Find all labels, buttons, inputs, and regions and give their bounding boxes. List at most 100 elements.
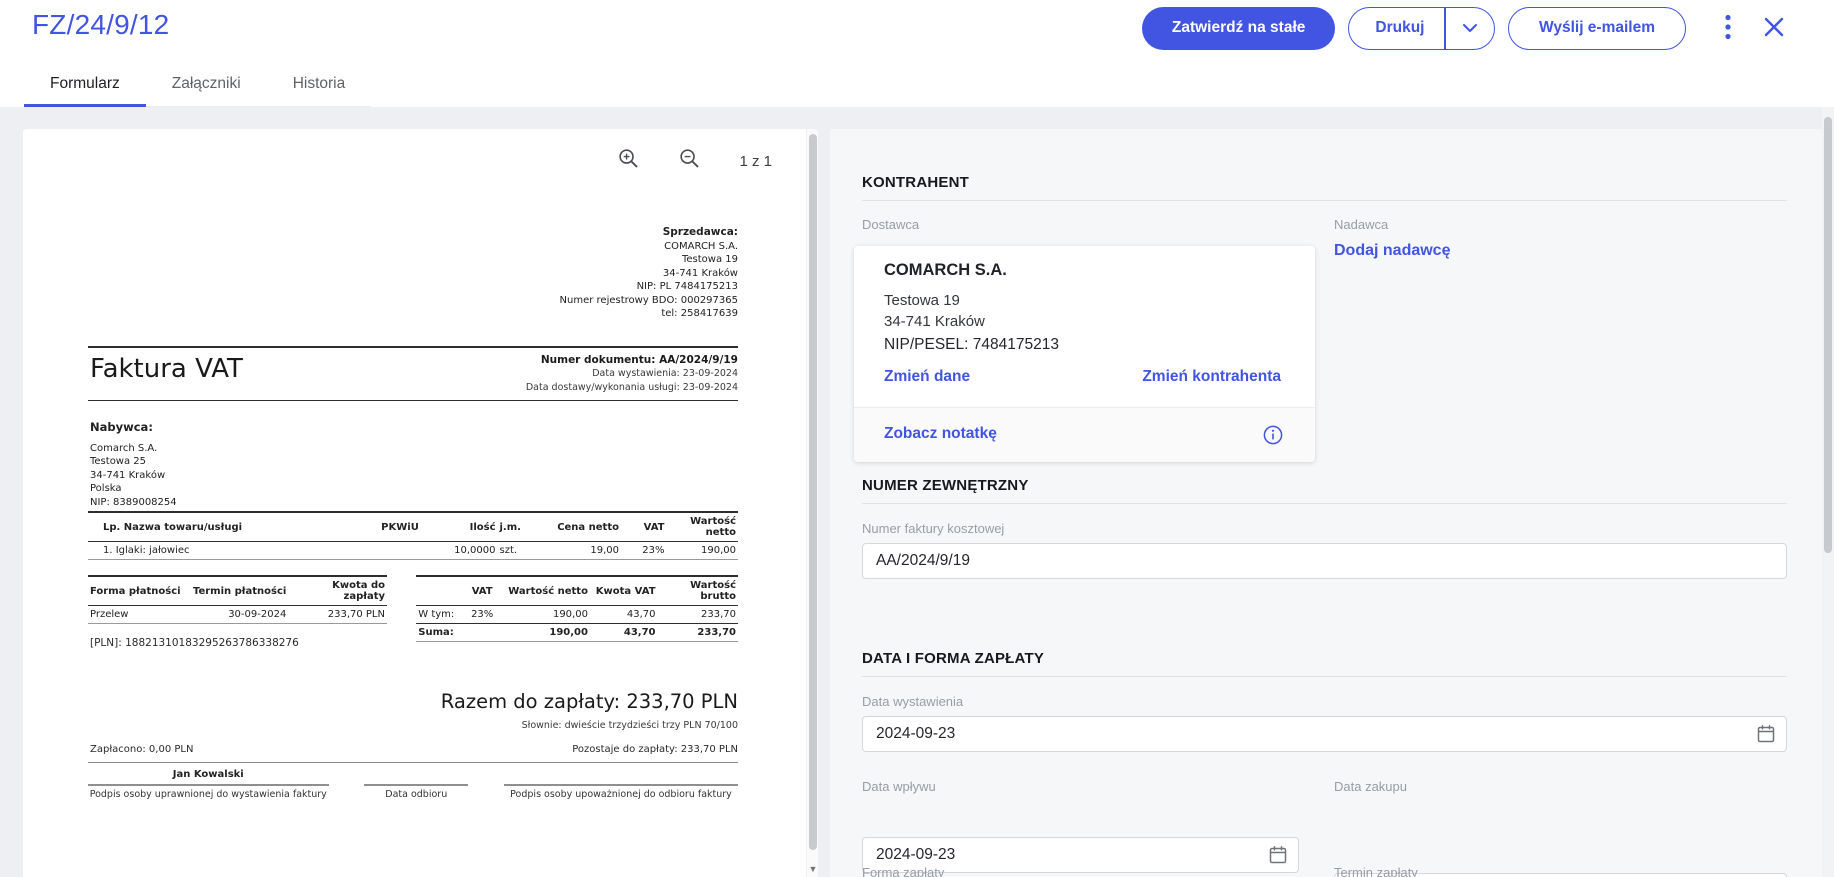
seller-label: Sprzedawca: xyxy=(662,226,738,238)
window-scrollbar-thumb[interactable] xyxy=(1824,117,1832,553)
col-header: Kwota do zapłaty xyxy=(288,575,387,606)
signature-date: Data odbioru xyxy=(364,769,469,800)
section-header-numer-zewnetrzny: NUMER ZEWNĘTRZNY xyxy=(862,477,1029,494)
cell: 19,00 xyxy=(590,545,619,556)
invoice-pln-code: [PLN]: 18821310183295263786338276 xyxy=(90,637,299,649)
invoice-document: Sprzedawca: COMARCH S.A. Testowa 19 34-7… xyxy=(88,193,738,877)
section-divider xyxy=(862,676,1787,677)
supplier-label: Dostawca xyxy=(862,217,920,232)
scroll-down-arrow[interactable]: ▼ xyxy=(807,864,818,874)
col-header: Wartość brutto xyxy=(657,575,738,606)
cell: 233,70 xyxy=(657,623,738,642)
print-dropdown-button[interactable] xyxy=(1446,8,1494,49)
cell: W tym: xyxy=(418,609,455,620)
invoice-total-words: Słownie: dwieście trzydzieści trzy PLN 7… xyxy=(521,720,738,731)
pdf-scrollbar[interactable]: ▼ xyxy=(806,129,818,877)
external-number-input[interactable] xyxy=(862,543,1787,579)
payment-form-label: Forma zapłaty xyxy=(862,865,945,877)
page-indicator: 1 z 1 xyxy=(739,152,772,170)
section-header-kontrahent: KONTRAHENT xyxy=(862,174,969,191)
calendar-icon[interactable] xyxy=(1756,724,1776,749)
close-button[interactable] xyxy=(1756,10,1792,46)
pdf-scrollbar-thumb[interactable] xyxy=(809,134,817,850)
header-actions: Zatwierdź na stałe Drukuj Wyślij e-maile… xyxy=(1141,6,1792,50)
col-header: Termin płatności xyxy=(189,575,289,606)
purchase-date-label: Data zakupu xyxy=(1334,779,1407,794)
cell: szt. xyxy=(499,545,518,556)
tab-formularz[interactable]: Formularz xyxy=(24,61,146,107)
col-header: Ilość xyxy=(439,511,498,542)
inflow-date-label: Data wpływu xyxy=(862,779,936,794)
print-button[interactable]: Drukuj xyxy=(1349,8,1444,49)
cell: 190,00 xyxy=(503,623,590,642)
section-divider xyxy=(862,503,1787,504)
cell: 23% xyxy=(471,609,494,620)
info-icon[interactable] xyxy=(1263,425,1283,450)
seller-line: NIP: PL 7484175213 xyxy=(636,281,738,292)
col-header: Lp. Nazwa towaru/usługi xyxy=(88,511,361,542)
app-window: FZ/24/9/12 Zatwierdź na stałe Drukuj Wyś… xyxy=(0,0,1834,877)
close-icon xyxy=(1763,16,1785,41)
col-header: PKWiU xyxy=(361,511,439,542)
col-header: Wartość netto xyxy=(503,575,590,606)
cell: Suma: xyxy=(416,623,462,642)
chevron-down-icon xyxy=(1462,21,1478,36)
invoice-buyer-block: Nabywca: Comarch S.A. Testowa 25 34-741 … xyxy=(90,420,177,509)
cell: 1. Iglaki: jałowiec xyxy=(103,545,190,556)
buyer-line: Comarch S.A. xyxy=(90,442,158,454)
buyer-line: Testowa 25 xyxy=(90,456,147,467)
col-header: j.m. xyxy=(497,511,543,542)
see-note-link[interactable]: Zobacz notatkę xyxy=(884,425,997,443)
signature-issue: Jan Kowalski Podpis osoby uprawnionej do… xyxy=(88,769,329,800)
tab-historia[interactable]: Historia xyxy=(267,61,372,106)
supplier-card: COMARCH S.A. Testowa 19 34-741 Kraków NI… xyxy=(854,246,1315,462)
cell: 190,00 xyxy=(552,609,588,620)
add-sender-link[interactable]: Dodaj nadawcę xyxy=(1334,242,1450,260)
pdf-preview-pane: 1 z 1 Sprzedawca: COMARCH S.A. Testowa 1… xyxy=(23,129,818,877)
issue-date-input[interactable] xyxy=(862,716,1787,752)
change-data-link[interactable]: Zmień dane xyxy=(884,368,970,386)
sender-label: Nadawca xyxy=(1334,217,1389,232)
vat-summary-table: VAT Wartość netto Kwota VAT Wartość brut… xyxy=(416,575,738,642)
address-line: 34-741 Kraków xyxy=(884,313,985,330)
buyer-label: Nabywca: xyxy=(90,420,153,434)
calendar-icon[interactable] xyxy=(1268,845,1288,870)
invoice-paid-row: Zapłacono: 0,00 PLN Pozostaje do zapłaty… xyxy=(90,744,738,755)
buyer-line: Polska xyxy=(90,483,122,494)
window-scrollbar[interactable] xyxy=(1822,107,1834,877)
print-split-button: Drukuj xyxy=(1348,6,1495,50)
cell xyxy=(461,623,504,642)
cell: 43,70 xyxy=(589,623,658,642)
tab-label: Formularz xyxy=(50,74,120,92)
invoice-signatures: Jan Kowalski Podpis osoby uprawnionej do… xyxy=(88,769,738,800)
approve-button[interactable]: Zatwierdź na stałe xyxy=(1141,6,1336,50)
supplier-name: COMARCH S.A. xyxy=(884,261,1007,279)
cell: 23% xyxy=(642,545,665,556)
issue-date-label: Data wystawienia xyxy=(862,694,964,709)
divider xyxy=(88,762,738,763)
zoom-in-icon[interactable] xyxy=(617,147,640,175)
cell: 233,70 xyxy=(701,609,736,620)
header: FZ/24/9/12 Zatwierdź na stałe Drukuj Wyś… xyxy=(0,0,1834,107)
address-line: Testowa 19 xyxy=(884,292,960,309)
remaining-amount: Pozostaje do zapłaty: 233,70 PLN xyxy=(572,744,738,755)
cell: 43,70 xyxy=(626,609,656,620)
cell: 10,0000 xyxy=(454,545,496,556)
change-contractor-link[interactable]: Zmień kontrahenta xyxy=(1142,368,1281,386)
more-options-button[interactable] xyxy=(1710,10,1746,46)
seller-line: 34-741 Kraków xyxy=(662,267,738,279)
supplier-address: Testowa 19 34-741 Kraków xyxy=(884,290,985,332)
seller-line: Testowa 19 xyxy=(681,254,738,265)
col-header: VAT xyxy=(461,575,504,606)
tab-zalaczniki[interactable]: Załączniki xyxy=(146,61,267,106)
paid-amount: Zapłacono: 0,00 PLN xyxy=(90,744,194,755)
email-button[interactable]: Wyślij e-mailem xyxy=(1507,6,1686,50)
table-row: Przelew 30-09-2024 233,70 PLN xyxy=(88,606,387,624)
supplier-card-actions: Zmień dane Zmień kontrahenta xyxy=(884,368,1281,386)
col-header: Cena netto xyxy=(543,511,621,542)
pdf-toolbar: 1 z 1 xyxy=(23,129,806,193)
external-number-label: Numer faktury kosztowej xyxy=(862,521,1005,536)
zoom-out-icon[interactable] xyxy=(678,147,701,175)
seller-line: Numer rejestrowy BDO: 000297365 xyxy=(559,294,738,306)
buyer-line: 34-741 Kraków xyxy=(90,469,166,481)
